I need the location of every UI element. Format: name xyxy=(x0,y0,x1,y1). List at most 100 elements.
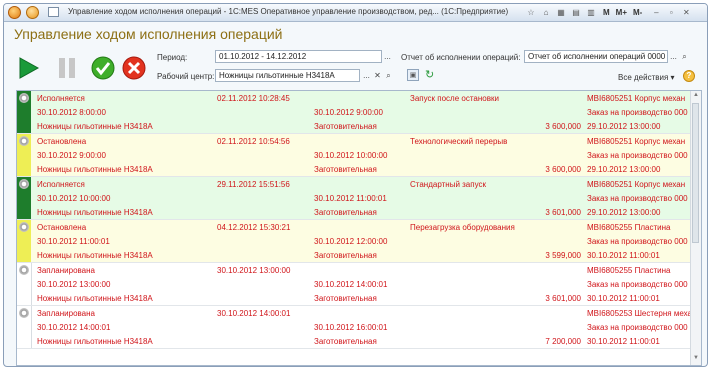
restore-icon[interactable]: ▫ xyxy=(665,7,677,19)
title-bar-tools: ☆ ⌂ ▦ ▤ ▥ M M+ M- – ▫ ✕ xyxy=(522,6,692,19)
order-cell: MBI6805253 Шестерня механ xyxy=(587,309,691,318)
date-cell: 29.10.2012 13:00:00 xyxy=(587,208,661,217)
operation-cell: Заготовительная xyxy=(314,165,377,174)
complete-button[interactable] xyxy=(91,56,115,80)
order-cell: MBI6805251 Корпус механ xyxy=(587,94,686,103)
date-cell: 30.10.2012 11:00:01 xyxy=(587,337,660,346)
chevron-down-icon: ▾ xyxy=(670,73,675,82)
status-indicator xyxy=(17,263,32,305)
work-center-search-icon[interactable]: ⌕ xyxy=(383,69,394,82)
reason-cell: Стандартный запуск xyxy=(410,180,486,189)
end-cell: 30.10.2012 16:00:01 xyxy=(314,323,388,332)
status-indicator xyxy=(17,220,31,262)
table-row[interactable]: Исполняется 02.11.2012 10:28:45 Запуск пос… xyxy=(17,91,691,134)
period-field[interactable]: 01.10.2012 - 14.12.2012 xyxy=(215,50,382,63)
reason-cell: Перезагрузка оборудования xyxy=(410,223,515,232)
plan-order-cell: Заказ на производство 000 xyxy=(587,280,688,289)
dropdown-menu-icon[interactable] xyxy=(26,6,39,19)
memory-add-button[interactable]: M+ xyxy=(616,8,627,17)
app-menu-icon[interactable] xyxy=(8,6,21,19)
state-cell: Исполняется xyxy=(37,94,85,103)
title-bar: Управление ходом исполнения операций - 1… xyxy=(4,4,707,22)
work-center-select-button[interactable]: ... xyxy=(361,69,372,82)
report-search-icon[interactable]: ⌕ xyxy=(679,50,690,63)
start-cell: 30.10.2012 14:00:01 xyxy=(37,323,111,332)
plan-order-cell: Заказ на производство 000 xyxy=(587,108,688,117)
scroll-up-icon[interactable]: ▲ xyxy=(692,92,700,101)
start-button[interactable] xyxy=(16,56,40,80)
end-cell: 30.10.2012 12:00:00 xyxy=(314,237,388,246)
gear-icon xyxy=(19,179,29,189)
favorites-star-icon[interactable]: ☆ xyxy=(525,7,537,19)
order-cell: MBI6805255 Пластина xyxy=(587,266,671,275)
all-actions-menu[interactable]: Все действия ▾ xyxy=(618,73,675,82)
equipment-cell: Ножницы гильотинные Н3418А xyxy=(37,337,153,346)
period-select-button[interactable]: ... xyxy=(382,50,393,63)
gear-icon xyxy=(19,265,29,275)
event-time-cell: 30.10.2012 13:00:00 xyxy=(217,266,291,275)
reason-cell: Запуск после остановки xyxy=(410,94,499,103)
state-cell: Исполняется xyxy=(37,180,85,189)
operations-table[interactable]: Исполняется 02.11.2012 10:28:45 Запуск пос… xyxy=(16,90,702,366)
table-row[interactable]: Запланирована 30.10.2012 14:00:01 MBI68052… xyxy=(17,306,691,349)
minimize-icon[interactable]: – xyxy=(650,7,662,19)
report-label: Отчет об исполнении операций: xyxy=(401,53,521,62)
duration-cell: 3 600,000 xyxy=(545,122,581,131)
start-cell: 30.10.2012 8:00:00 xyxy=(37,108,106,117)
end-cell: 30.10.2012 10:00:00 xyxy=(314,151,388,160)
equipment-cell: Ножницы гильотинные Н3418А xyxy=(37,294,153,303)
table-row[interactable]: Запланирована 30.10.2012 13:00:00 MBI68052… xyxy=(17,263,691,306)
equipment-cell: Ножницы гильотинные Н3418А xyxy=(37,165,153,174)
page-title: Управление ходом исполнения операций xyxy=(14,26,283,42)
equipment-cell: Ножницы гильотинные Н3418А xyxy=(37,208,153,217)
duration-cell: 3 601,000 xyxy=(545,294,581,303)
event-time-cell: 02.11.2012 10:28:45 xyxy=(217,94,290,103)
event-time-cell: 04.12.2012 15:30:21 xyxy=(217,223,291,232)
table-icon[interactable]: ▥ xyxy=(585,7,597,19)
operation-cell: Заготовительная xyxy=(314,122,377,131)
memory-subtract-button[interactable]: M- xyxy=(633,8,642,17)
status-indicator xyxy=(17,177,31,219)
table-row[interactable]: Остановлена 04.12.2012 15:30:21 Перезагруз… xyxy=(17,220,691,263)
date-cell: 30.10.2012 11:00:01 xyxy=(587,294,660,303)
report-select-button[interactable]: ... xyxy=(668,50,679,63)
status-indicator xyxy=(17,134,31,176)
start-cell: 30.10.2012 11:00:01 xyxy=(37,237,110,246)
work-center-clear-icon[interactable]: ✕ xyxy=(372,69,383,82)
memory-store-button[interactable]: M xyxy=(603,8,610,17)
report-field[interactable]: Отчет об исполнении операций 0000 xyxy=(524,50,668,63)
scroll-thumb[interactable] xyxy=(692,103,699,243)
window-icon xyxy=(48,7,59,17)
home-icon[interactable]: ⌂ xyxy=(540,7,552,19)
operation-cell: Заготовительная xyxy=(314,251,377,260)
duration-cell: 3 601,000 xyxy=(545,208,581,217)
state-cell: Остановлена xyxy=(37,223,87,232)
end-cell: 30.10.2012 9:00:00 xyxy=(314,108,383,117)
state-cell: Остановлена xyxy=(37,137,87,146)
equipment-cell: Ножницы гильотинные Н3418А xyxy=(37,122,153,131)
start-cell: 30.10.2012 13:00:00 xyxy=(37,280,111,289)
vertical-scrollbar[interactable]: ▲ ▼ xyxy=(690,91,701,365)
table-row[interactable]: Исполняется 29.11.2012 15:51:56 Стандартны… xyxy=(17,177,691,220)
table-row[interactable]: Остановлена 02.11.2012 10:54:56 Технологич… xyxy=(17,134,691,177)
calendar-icon[interactable]: ▦ xyxy=(555,7,567,19)
calculator-icon[interactable]: ▤ xyxy=(570,7,582,19)
pause-button[interactable] xyxy=(55,56,79,80)
refresh-list-icon[interactable]: ▣ xyxy=(407,69,419,81)
equipment-cell: Ножницы гильотинные Н3418А xyxy=(37,251,153,260)
refresh-icon[interactable]: ↻ xyxy=(425,68,434,81)
help-button[interactable]: ? xyxy=(683,70,695,82)
duration-cell: 3 599,000 xyxy=(545,251,581,260)
close-icon[interactable]: ✕ xyxy=(680,7,692,19)
date-cell: 30.10.2012 11:00:01 xyxy=(587,251,660,260)
order-cell: MBI6805251 Корпус механ xyxy=(587,180,686,189)
duration-cell: 7 200,000 xyxy=(545,337,581,346)
cancel-button[interactable] xyxy=(122,56,146,80)
start-cell: 30.10.2012 9:00:00 xyxy=(37,151,106,160)
scroll-down-icon[interactable]: ▼ xyxy=(692,355,700,364)
period-label: Период: xyxy=(157,53,188,62)
event-time-cell: 30.10.2012 14:00:01 xyxy=(217,309,291,318)
work-center-field[interactable]: Ножницы гильотинные Н3418А xyxy=(215,69,360,82)
operation-cell: Заготовительная xyxy=(314,337,377,346)
plan-order-cell: Заказ на производство 000 xyxy=(587,151,688,160)
